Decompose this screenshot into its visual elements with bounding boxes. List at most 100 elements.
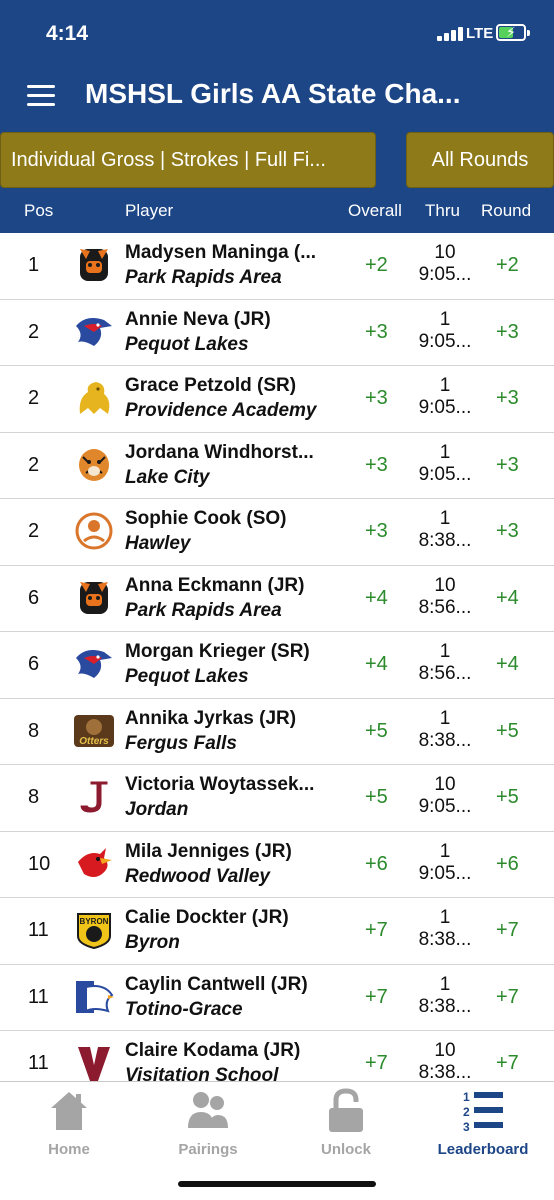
- player-name: Claire Kodama (JR): [125, 1040, 301, 1061]
- overall-score: +5: [365, 786, 388, 808]
- overall-score: +3: [365, 320, 388, 343]
- table-row[interactable]: 6 Anna Eckmann (JR) Park Rapids Area +4 …: [0, 566, 554, 632]
- status-bar: 4:14 LTE ⚡: [0, 0, 554, 66]
- school-name: Hawley: [125, 533, 191, 554]
- player-name: Caylin Cantwell (JR): [125, 973, 308, 995]
- overall-score: +6: [365, 852, 388, 875]
- hamburger-menu-icon[interactable]: [27, 85, 55, 107]
- tee-time: 8:38...: [418, 929, 472, 950]
- tee-time: 8:56...: [418, 663, 472, 684]
- school-name: Jordan: [125, 799, 189, 820]
- home-icon: [51, 1092, 87, 1130]
- round-score: +3: [496, 520, 519, 542]
- round-score: +3: [496, 320, 519, 343]
- otters-icon: Otters: [74, 714, 114, 747]
- row-position: 8: [28, 786, 40, 808]
- tab-leaderboard[interactable]: 1 2 3 Leaderboard: [423, 1088, 543, 1158]
- round-score: +4: [496, 586, 519, 609]
- page-title: MSHSL Girls AA State Cha...: [85, 78, 461, 109]
- tab-pairings[interactable]: Pairings: [148, 1088, 268, 1158]
- signal-icon: [437, 27, 463, 41]
- tab-home[interactable]: Home: [9, 1088, 129, 1158]
- player-name: Grace Petzold (SR): [125, 375, 297, 396]
- tab-unlock[interactable]: Unlock: [286, 1088, 406, 1158]
- tab-unlock-label: Unlock: [320, 1141, 371, 1158]
- thru-hole: 1: [439, 508, 451, 529]
- table-row[interactable]: 11 BYRON Calie Dockter (JR) Byron +7 1 8…: [0, 898, 554, 965]
- j-letter-icon: [79, 780, 109, 814]
- bear-icon: BYRON: [77, 913, 111, 950]
- thru-cell: 1 8:56...: [412, 641, 478, 685]
- round-score: +7: [496, 1052, 519, 1074]
- tee-time: 8:38...: [418, 530, 472, 551]
- school-name: Totino-Grace: [125, 998, 243, 1020]
- svg-text:2: 2: [463, 1105, 470, 1119]
- thru-hole: 1: [439, 375, 451, 396]
- thru-hole: 10: [434, 774, 456, 795]
- row-position: 8: [28, 719, 40, 742]
- patriot-icon: [76, 650, 112, 678]
- thru-cell: 10 8:56...: [412, 575, 478, 619]
- table-row[interactable]: 8 Victoria Woytassek... Jordan +5 10 9:0…: [0, 765, 554, 832]
- thru-hole: 10: [434, 574, 456, 596]
- table-row[interactable]: 8 Otters Annika Jyrkas (JR) Fergus Falls…: [0, 699, 554, 765]
- filter-bar: Individual Gross | Strokes | Full Fi... …: [0, 130, 554, 190]
- thru-hole: 1: [439, 441, 451, 463]
- school-name: Park Rapids Area: [125, 599, 282, 621]
- thru-cell: 10 9:05...: [412, 242, 478, 286]
- thru-hole: 1: [439, 641, 451, 662]
- row-position: 2: [28, 453, 40, 476]
- col-thru: Thru: [425, 201, 460, 220]
- row-position: 2: [28, 520, 40, 542]
- player-name: Sophie Cook (SO): [125, 508, 287, 529]
- round-score: +3: [496, 453, 519, 476]
- tab-home-label: Home: [48, 1141, 90, 1158]
- table-row[interactable]: 11 Claire Kodama (JR) Visitation School …: [0, 1031, 554, 1081]
- table-row[interactable]: 2 Grace Petzold (SR) Providence Academy …: [0, 366, 554, 433]
- thru-hole: 10: [434, 242, 456, 263]
- overall-score: +4: [365, 586, 388, 609]
- table-row[interactable]: 2 Jordana Windhorst... Lake City +3 1 9:…: [0, 433, 554, 499]
- school-name: Pequot Lakes: [125, 333, 249, 355]
- panther-icon: [80, 581, 108, 614]
- thru-cell: 10 8:38...: [412, 1040, 478, 1081]
- table-row[interactable]: 11 Caylin Cantwell (JR) Totino-Grace +7 …: [0, 965, 554, 1031]
- people-icon: [188, 1092, 228, 1128]
- player-name: Morgan Krieger (SR): [125, 641, 310, 662]
- thru-hole: 1: [439, 308, 451, 330]
- table-row[interactable]: 2 Annie Neva (JR) Pequot Lakes +3 1 9:05…: [0, 300, 554, 366]
- overall-score: +3: [365, 520, 388, 542]
- thru-cell: 1 8:38...: [412, 907, 478, 951]
- row-position: 11: [28, 985, 49, 1008]
- cardinal-icon: [78, 847, 112, 877]
- nuggets-icon: [75, 512, 113, 550]
- thru-cell: 1 8:38...: [412, 508, 478, 552]
- tee-time: 8:38...: [418, 729, 472, 751]
- thru-cell: 1 8:38...: [412, 974, 478, 1018]
- tee-time: 9:05...: [418, 330, 472, 352]
- app-header: 4:14 LTE ⚡ MSHSL Girls AA State Cha...: [0, 0, 554, 130]
- table-row[interactable]: 1 Madysen Maninga (... Park Rapids Area …: [0, 233, 554, 300]
- eagle-icon: [76, 980, 114, 1013]
- thru-hole: 10: [434, 1040, 456, 1061]
- table-row[interactable]: 2 Sophie Cook (SO) Hawley +3 1 8:38... +…: [0, 499, 554, 566]
- col-round: Round: [481, 201, 532, 220]
- thru-cell: 1 9:05...: [412, 442, 478, 486]
- table-row[interactable]: 10 Mila Jenniges (JR) Redwood Valley +6 …: [0, 832, 554, 898]
- leaderboard-type-selector[interactable]: Individual Gross | Strokes | Full Fi...: [0, 132, 376, 188]
- tiger-icon: [79, 448, 109, 481]
- school-name: Park Rapids Area: [125, 267, 282, 288]
- round-selector[interactable]: All Rounds: [406, 132, 554, 188]
- row-position: 10: [28, 852, 51, 875]
- leaderboard-list[interactable]: 1 Madysen Maninga (... Park Rapids Area …: [0, 233, 554, 1081]
- player-name: Annika Jyrkas (JR): [125, 707, 297, 729]
- row-position: 2: [28, 320, 40, 343]
- school-name: Byron: [125, 932, 180, 953]
- thru-hole: 1: [439, 840, 451, 862]
- overall-score: +7: [365, 1052, 388, 1074]
- leaderboard-icon: 1 2 3: [463, 1090, 503, 1134]
- player-name: Anna Eckmann (JR): [125, 574, 305, 596]
- row-position: 6: [28, 586, 40, 609]
- overall-score: +4: [365, 653, 388, 675]
- table-row[interactable]: 6 Morgan Krieger (SR) Pequot Lakes +4 1 …: [0, 632, 554, 699]
